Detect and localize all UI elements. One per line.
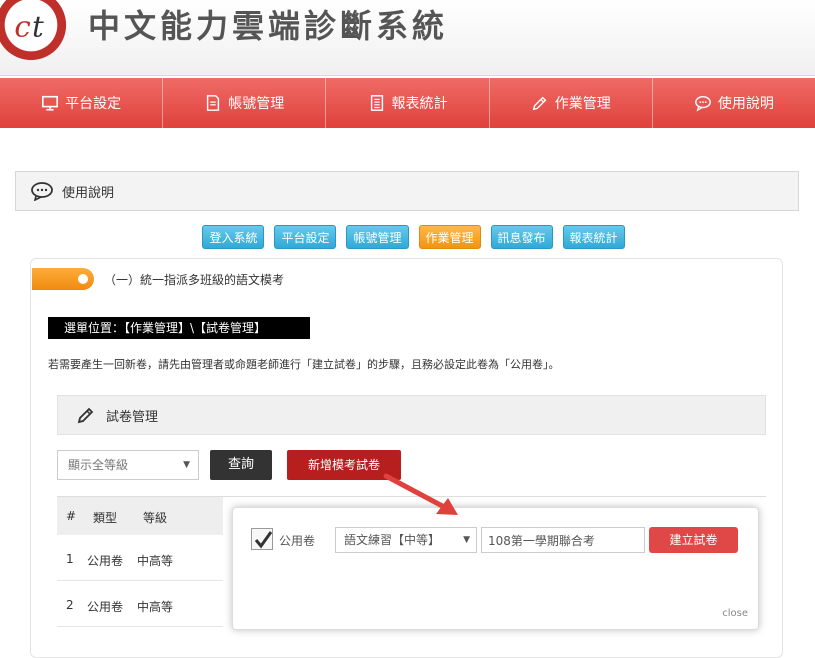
top-navigation: 平台設定 帳號管理 報表統計 作業管理 使用說明 (0, 78, 815, 128)
nav-label: 作業管理 (554, 96, 611, 112)
pencil-icon (77, 407, 94, 424)
document-icon (207, 95, 220, 111)
chat-icon (31, 182, 53, 201)
tab-reports[interactable]: 報表統計 (562, 225, 625, 249)
create-exam-button[interactable]: 建立試卷 (649, 527, 738, 553)
exam-panel-title: 試卷管理 (106, 409, 159, 425)
tab-account-management[interactable]: 帳號管理 (346, 225, 409, 249)
arrow-icon (383, 473, 458, 515)
query-button[interactable]: 查詢 (210, 450, 272, 480)
level-select[interactable]: 顯示全等級 ▼ (57, 450, 199, 480)
section-marker-icon (32, 268, 94, 290)
nav-label: 帳號管理 (228, 96, 285, 112)
public-exam-label: 公用卷 (279, 534, 316, 548)
col-header-index: # (66, 509, 77, 523)
create-exam-popup: 公用卷 語文練習【中等】 ▼ 建立試卷 close (232, 507, 759, 630)
caret-down-icon: ▼ (463, 535, 470, 545)
tab-announcements[interactable]: 訊息發布 (490, 225, 553, 249)
section-title: （一）統一指派多班級的語文模考 (104, 273, 285, 287)
nav-label: 平台設定 (65, 96, 122, 112)
col-header-type: 類型 (93, 511, 118, 525)
nav-item-platform-settings[interactable]: 平台設定 (0, 78, 164, 128)
exam-type-select[interactable]: 語文練習【中等】 ▼ (335, 527, 477, 553)
col-header-level: 等級 (143, 511, 168, 525)
cell-type: 公用卷 (87, 600, 124, 614)
nav-item-assignment-management[interactable]: 作業管理 (490, 78, 653, 128)
tab-assignment-management[interactable]: 作業管理 (418, 225, 481, 249)
level-select-value: 顯示全等級 (68, 458, 129, 472)
help-panel-header: 使用說明 (15, 171, 799, 211)
tab-platform-settings[interactable]: 平台設定 (274, 225, 337, 249)
svg-text:c: c (14, 10, 30, 44)
exam-name-input[interactable] (481, 527, 645, 553)
cell-index: 1 (66, 552, 74, 566)
nav-label: 使用說明 (717, 96, 774, 112)
site-header: c t 中文能力雲端診斷系統 (0, 0, 815, 76)
menu-path-label: 選單位置：【作業管理】\【試卷管理】 (48, 317, 310, 339)
cell-type: 公用卷 (87, 554, 124, 568)
table-header: # 類型 等級 (57, 497, 223, 535)
site-title: 中文能力雲端診斷系統 (88, 7, 449, 45)
table-row[interactable]: 1 公用卷 中高等 (57, 537, 223, 581)
nav-item-help[interactable]: 使用說明 (653, 78, 815, 128)
pencil-icon (532, 96, 547, 111)
exam-panel-header: 試卷管理 (57, 395, 766, 435)
help-tabs: 登入系統 平台設定 帳號管理 作業管理 訊息發布 報表統計 (0, 225, 815, 249)
report-icon (370, 95, 383, 111)
monitor-icon (42, 95, 59, 111)
help-title: 使用說明 (62, 185, 115, 201)
cell-index: 2 (66, 598, 74, 612)
public-exam-checkbox[interactable] (251, 528, 273, 550)
exam-type-value: 語文練習【中等】 (344, 533, 441, 547)
checkmark-icon (254, 531, 273, 549)
chat-icon (694, 95, 711, 112)
close-link[interactable]: close (722, 608, 748, 619)
tab-login[interactable]: 登入系統 (202, 225, 265, 249)
nav-label: 報表統計 (391, 96, 448, 112)
caret-down-icon: ▼ (183, 460, 190, 470)
svg-text:t: t (32, 10, 44, 44)
nav-item-reports[interactable]: 報表統計 (326, 78, 490, 128)
nav-item-account-management[interactable]: 帳號管理 (163, 78, 327, 128)
ct-logo-icon[interactable]: c t (0, 0, 70, 64)
table-row[interactable]: 2 公用卷 中高等 (57, 583, 223, 627)
notice-text: 若需要產生一回新卷，請先由管理者或命題老師進行「建立試卷」的步驟，且務必設定此卷… (48, 358, 560, 371)
cell-level: 中高等 (137, 554, 174, 568)
cell-level: 中高等 (137, 600, 174, 614)
